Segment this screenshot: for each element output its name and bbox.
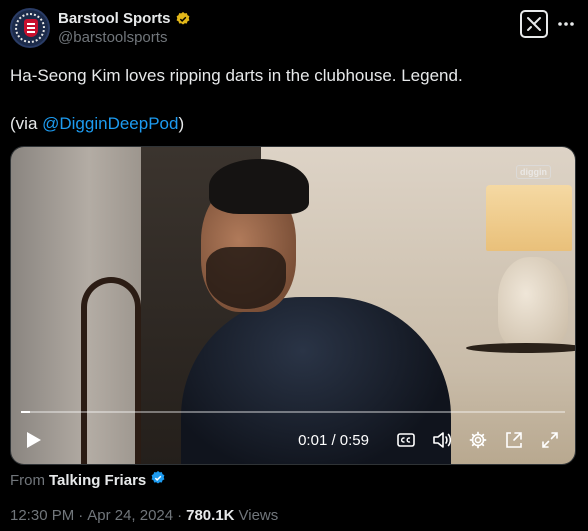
captions-icon[interactable]	[393, 428, 419, 452]
video-watermark: diggin	[516, 165, 551, 179]
video-player[interactable]: diggin 0:01 / 0:59	[10, 146, 576, 465]
fullscreen-icon[interactable]	[537, 428, 563, 452]
separator-dot: ·	[177, 507, 183, 524]
tweet-meta: 12:30 PM · Apr 24, 2024 · 780.1K Views	[10, 507, 278, 524]
verified-badge-icon	[175, 11, 191, 27]
grok-icon[interactable]	[520, 10, 548, 38]
pip-icon[interactable]	[501, 428, 527, 452]
more-icon[interactable]	[554, 12, 578, 36]
tweet-date[interactable]: Apr 24, 2024	[87, 507, 173, 524]
via-prefix: (via	[10, 114, 43, 133]
author-handle[interactable]: @barstoolsports	[58, 29, 191, 46]
progress-bar[interactable]	[21, 411, 565, 413]
views-label: Views	[238, 507, 279, 524]
video-time: 0:01 / 0:59	[298, 431, 369, 449]
video-controls: 0:01 / 0:59	[11, 416, 575, 464]
source-account-link[interactable]: Talking Friars	[49, 472, 146, 489]
author-display-name[interactable]: Barstool Sports	[58, 10, 171, 27]
media-attribution: From Talking Friars	[10, 470, 166, 490]
from-label: From	[10, 471, 45, 489]
verified-blue-icon	[150, 470, 166, 490]
tweet-via-line: (via @DigginDeepPod)	[10, 112, 576, 136]
progress-fill	[21, 411, 31, 413]
author-names: Barstool Sports @barstoolsports	[58, 10, 191, 46]
separator-dot: ·	[78, 507, 84, 524]
tweet-time[interactable]: 12:30 PM	[10, 507, 74, 524]
tweet-header: Barstool Sports @barstoolsports	[10, 6, 578, 50]
tweet-line: Ha-Seong Kim loves ripping darts in the …	[10, 66, 463, 85]
views-count: 780.1K	[186, 507, 235, 524]
volume-icon[interactable]	[429, 428, 455, 452]
mention-link[interactable]: @DigginDeepPod	[42, 114, 178, 133]
settings-icon[interactable]	[465, 428, 491, 452]
avatar[interactable]	[10, 8, 50, 48]
via-suffix: )	[178, 114, 185, 133]
play-icon[interactable]	[23, 429, 45, 451]
